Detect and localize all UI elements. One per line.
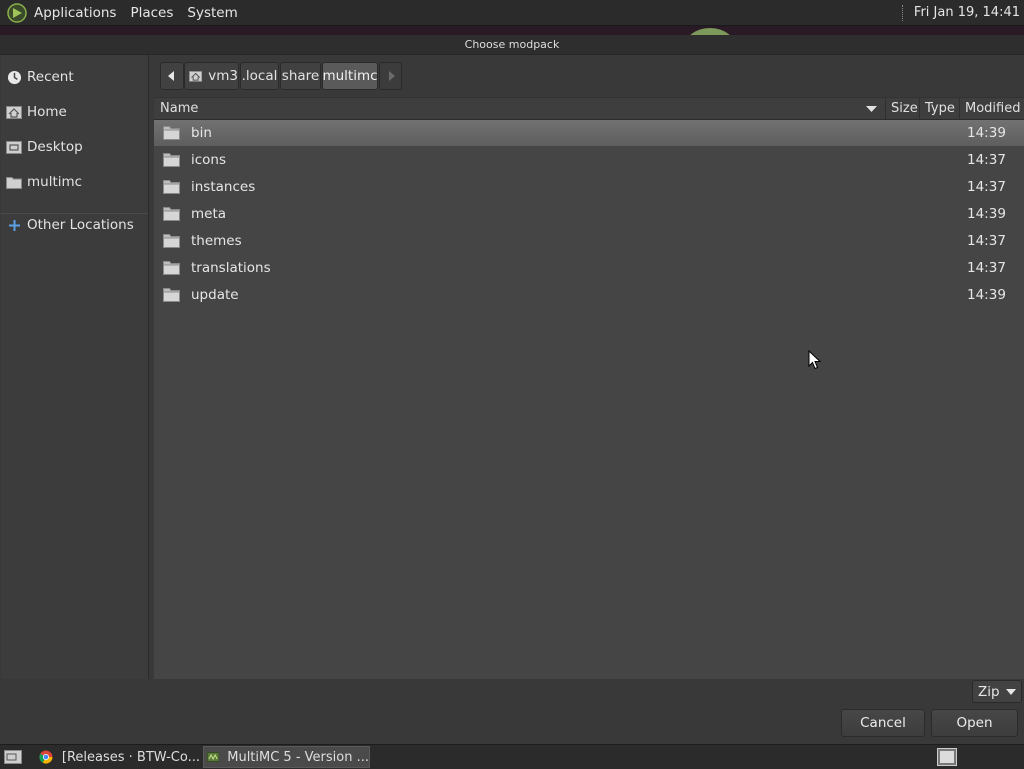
clock-area: Fri Jan 19, 14:41: [901, 0, 1020, 25]
path-bar: vm3 .local share multimc: [154, 55, 1024, 97]
workspace-switcher[interactable]: [935, 746, 959, 768]
sidebar-item-desktop[interactable]: Desktop: [1, 133, 148, 161]
open-label: Open: [956, 715, 993, 731]
workspace-icon: [937, 748, 957, 766]
cancel-label: Cancel: [860, 715, 906, 731]
folder-icon: [163, 261, 180, 275]
task-label: [Releases · BTW-Co...: [61, 749, 200, 765]
desktop-decoration: [684, 28, 736, 35]
file-row[interactable]: meta 14:39: [154, 201, 1024, 227]
file-modified: 14:37: [967, 179, 1006, 195]
crumb-label: .local: [241, 68, 278, 84]
crumb-local[interactable]: .local: [240, 62, 279, 90]
file-chooser-dialog: Choose modpack Recent Home Desktop multi…: [0, 35, 1024, 744]
file-name: bin: [191, 125, 212, 141]
file-modified: 14:39: [967, 125, 1006, 141]
sort-descending-icon[interactable]: [866, 106, 877, 112]
crumb-vm3[interactable]: vm3: [184, 62, 239, 90]
path-back-button[interactable]: [160, 62, 184, 90]
dialog-title: Choose modpack: [464, 38, 560, 51]
crumb-label: multimc: [322, 68, 378, 84]
file-modified: 14:37: [967, 233, 1006, 249]
menu-logo-icon[interactable]: [6, 2, 28, 24]
list-header: Name Size Type Modified: [154, 97, 1024, 120]
file-modified: 14:37: [967, 152, 1006, 168]
task-label: MultiMC 5 - Version ...: [227, 749, 369, 765]
folder-icon: [6, 174, 22, 190]
file-row[interactable]: translations 14:37: [154, 255, 1024, 281]
desktop-icon: [6, 139, 22, 155]
crumb-multimc[interactable]: multimc: [322, 62, 378, 90]
desktop-background: [0, 26, 1024, 35]
panel-separator: [901, 4, 904, 21]
crumb-label: share: [281, 68, 320, 84]
filter-label: Zip: [978, 683, 1000, 700]
sidebar-item-home[interactable]: Home: [1, 98, 148, 126]
chevron-right-icon: [388, 71, 395, 81]
sidebar-item-recent[interactable]: Recent: [1, 63, 148, 91]
column-modified[interactable]: Modified: [965, 98, 1020, 120]
sidebar-label: Other Locations: [27, 217, 134, 233]
taskbar-item-multimc[interactable]: MultiMC 5 - Version ...: [203, 746, 370, 768]
column-size[interactable]: Size: [891, 98, 918, 120]
column-separator: [959, 98, 960, 120]
chevron-left-icon: [168, 71, 174, 81]
file-name: meta: [191, 206, 227, 222]
file-row[interactable]: bin 14:39: [154, 120, 1024, 146]
file-row[interactable]: update 14:39: [154, 282, 1024, 308]
top-panel: Applications Places System Fri Jan 19, 1…: [0, 0, 1024, 26]
file-name: update: [191, 287, 239, 303]
file-name: themes: [191, 233, 242, 249]
home-icon: [189, 71, 203, 82]
chrome-icon: [39, 750, 53, 764]
file-row[interactable]: instances 14:37: [154, 174, 1024, 200]
file-modified: 14:37: [967, 260, 1006, 276]
sidebar-label: Recent: [27, 69, 74, 85]
multimc-icon: [207, 752, 220, 762]
sidebar-item-multimc[interactable]: multimc: [1, 168, 148, 196]
recent-icon: [6, 69, 22, 85]
crumb-share[interactable]: share: [280, 62, 321, 90]
path-forward-button[interactable]: [379, 62, 402, 90]
column-type[interactable]: Type: [925, 98, 955, 120]
file-row[interactable]: icons 14:37: [154, 147, 1024, 173]
folder-icon: [163, 180, 180, 194]
sidebar-label: Home: [27, 104, 67, 120]
column-separator: [885, 98, 886, 120]
file-row[interactable]: themes 14:37: [154, 228, 1024, 254]
folder-icon: [163, 234, 180, 248]
folder-icon: [163, 207, 180, 221]
file-name: translations: [191, 260, 271, 276]
file-filter-dropdown[interactable]: Zip: [972, 680, 1022, 703]
file-browser: vm3 .local share multimc Name Size Type …: [154, 55, 1024, 679]
show-desktop-button[interactable]: [2, 746, 24, 768]
column-separator: [919, 98, 920, 120]
places-sidebar: Recent Home Desktop multimc Other Locati…: [1, 55, 149, 679]
chevron-down-icon: [1006, 689, 1016, 695]
taskbar: [Releases · BTW-Co... MultiMC 5 - Versio…: [0, 744, 1024, 769]
cancel-button[interactable]: Cancel: [841, 709, 925, 737]
open-button[interactable]: Open: [931, 709, 1018, 737]
home-icon: [6, 104, 22, 120]
plus-icon: [6, 217, 22, 233]
file-modified: 14:39: [967, 206, 1006, 222]
dialog-titlebar[interactable]: Choose modpack: [0, 35, 1024, 55]
file-modified: 14:39: [967, 287, 1006, 303]
sidebar-item-other-locations[interactable]: Other Locations: [1, 211, 148, 239]
file-name: icons: [191, 152, 227, 168]
clock[interactable]: Fri Jan 19, 14:41: [914, 5, 1020, 20]
places-menu[interactable]: Places: [130, 5, 173, 21]
sidebar-label: Desktop: [27, 139, 83, 155]
system-menu[interactable]: System: [187, 5, 237, 21]
show-desktop-icon: [4, 750, 22, 764]
sidebar-label: multimc: [27, 174, 83, 190]
folder-icon: [163, 288, 180, 302]
folder-icon: [163, 126, 180, 140]
file-name: instances: [191, 179, 256, 195]
crumb-label: vm3: [208, 68, 238, 84]
applications-menu[interactable]: Applications: [34, 5, 116, 21]
taskbar-item-browser[interactable]: [Releases · BTW-Co...: [36, 746, 200, 768]
folder-icon: [163, 153, 180, 167]
column-name[interactable]: Name: [160, 98, 198, 120]
